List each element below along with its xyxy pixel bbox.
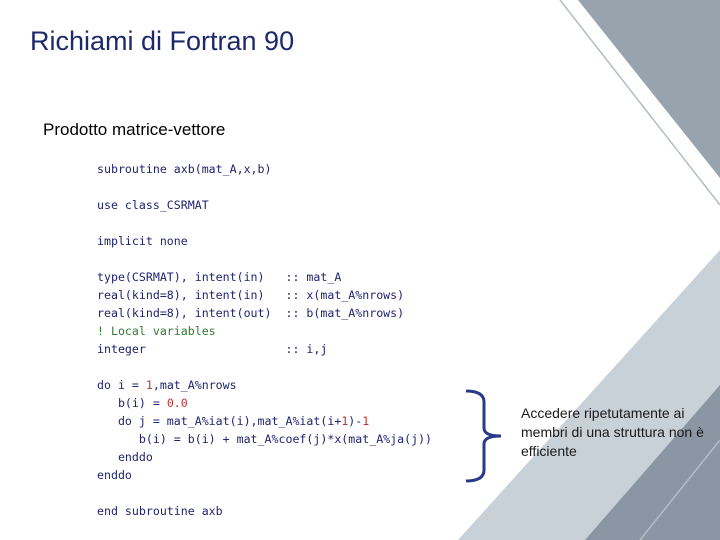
code-token: )- — [348, 414, 363, 428]
code-line: implicit none — [97, 234, 188, 248]
code-line: end subroutine axb — [97, 504, 223, 518]
code-token: ! Local variables — [97, 324, 216, 338]
background-dark-panel — [578, 0, 720, 178]
code-token: use class_CSRMAT — [97, 198, 209, 212]
code-line: subroutine axb(mat_A,x,b) — [97, 162, 272, 176]
code-line: do j = mat_A%iat(i),mat_A%iat(i+1)-1 — [97, 414, 369, 428]
code-token: enddo — [97, 468, 132, 482]
callout-note: Accedere ripetutamente ai membri di una … — [521, 405, 704, 459]
code-token: implicit none — [97, 234, 188, 248]
code-token: 0.0 — [166, 396, 188, 410]
code-token: b(i) = b(i) + mat_A%coef(j)*x(mat_A%ja(j… — [97, 432, 433, 446]
code-token: do i = — [97, 378, 146, 392]
code-token: 1 — [362, 414, 370, 428]
code-token: end subroutine axb — [97, 504, 223, 518]
code-line: do i = 1,mat_A%nrows — [97, 378, 237, 392]
slide-title: Richiami di Fortran 90 — [30, 26, 295, 56]
code-token: b(i) = — [97, 396, 167, 410]
code-token: 1 — [145, 378, 153, 392]
code-token: integer :: i,j — [97, 342, 328, 356]
code-block: subroutine axb(mat_A,x,b) use class_CSRM… — [97, 160, 432, 520]
code-line: enddo — [97, 468, 132, 482]
right-brace-icon — [465, 389, 502, 483]
code-token: real(kind=8), intent(out) :: b(mat_A%nro… — [97, 306, 405, 320]
code-line: real(kind=8), intent(out) :: b(mat_A%nro… — [97, 306, 404, 320]
code-line: b(i) = 0.0 — [97, 396, 188, 410]
code-token: do j = mat_A%iat(i),mat_A%iat(i+ — [97, 414, 342, 428]
code-line: integer :: i,j — [97, 342, 327, 356]
code-token: ,mat_A%nrows — [152, 378, 237, 392]
code-line: type(CSRMAT), intent(in) :: mat_A — [97, 270, 341, 284]
code-line: real(kind=8), intent(in) :: x(mat_A%nrow… — [97, 288, 404, 302]
code-token: enddo — [97, 450, 153, 464]
slide-subtitle: Prodotto matrice-vettore — [43, 120, 226, 139]
code-line: use class_CSRMAT — [97, 198, 209, 212]
code-line: enddo — [97, 450, 153, 464]
code-token: real(kind=8), intent(in) :: x(mat_A%nrow… — [97, 288, 405, 302]
code-line: ! Local variables — [97, 324, 216, 338]
code-line: b(i) = b(i) + mat_A%coef(j)*x(mat_A%ja(j… — [97, 432, 432, 446]
code-token: type(CSRMAT), intent(in) :: mat_A — [97, 270, 342, 284]
code-token: subroutine axb(mat_A,x,b) — [97, 162, 272, 176]
